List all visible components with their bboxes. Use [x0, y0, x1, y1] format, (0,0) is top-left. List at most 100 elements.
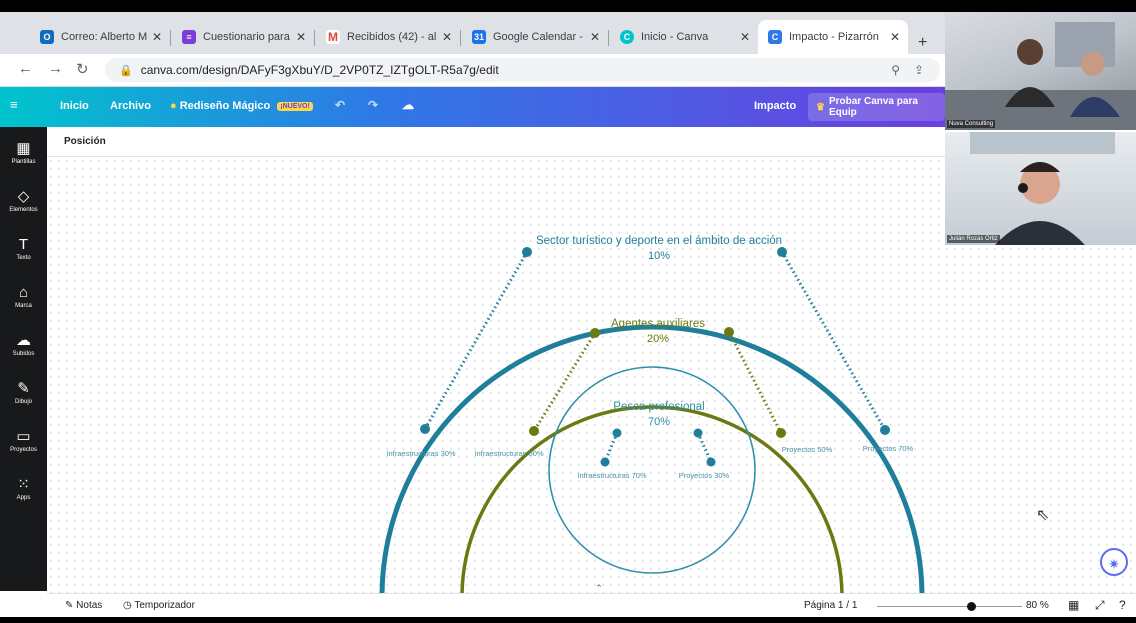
tab-1[interactable]: ≡ Cuestionario para ✕: [172, 20, 314, 54]
design-title[interactable]: Impacto: [754, 100, 796, 112]
magic-icon: ●: [170, 100, 177, 112]
zoom-slider-track[interactable]: [877, 606, 1022, 607]
outer-title[interactable]: Sector turístico y deporte en el ámbito …: [536, 235, 782, 247]
notes-icon: ✎: [65, 600, 74, 611]
try-canva-teams-label: Probar Canva para Equip: [828, 96, 918, 118]
close-icon[interactable]: ✕: [442, 30, 452, 44]
upload-icon: ☁: [16, 332, 31, 349]
middle-title[interactable]: Agentes auxiliares: [611, 318, 705, 330]
outer-left-connector: [423, 251, 529, 430]
timer-button[interactable]: ◷ Temporizador: [123, 600, 195, 611]
tab-3[interactable]: 31 Google Calendar - ✕: [462, 20, 608, 54]
magic-redesign-label: Rediseño Mágico: [179, 100, 271, 112]
help-icon[interactable]: ?: [1119, 598, 1126, 612]
middle-left-label[interactable]: Infraestructuras 50%: [474, 449, 544, 458]
fullscreen-icon[interactable]: ⤢: [1095, 598, 1105, 613]
tab-separator: [460, 30, 461, 46]
middle-right-label[interactable]: Proyectos 50%: [782, 445, 833, 454]
sidebar-item-label: Apps: [16, 495, 31, 501]
tab-separator: [608, 30, 609, 46]
tab-title: Correo: Alberto M: [61, 31, 148, 43]
address-bar: ← → ↻ 🔒 canva.com/design/DAFyF3gXbuY/D_2…: [0, 54, 945, 87]
magic-sparkle-button[interactable]: ✷: [1100, 548, 1128, 576]
try-canva-teams-button[interactable]: ♛ Probar Canva para Equip: [808, 93, 945, 121]
back-arrow-icon[interactable]: ←: [18, 60, 33, 77]
sidebar-item-texto[interactable]: T Texto: [0, 236, 47, 262]
draw-icon: ✎: [17, 380, 30, 397]
outer-left-label[interactable]: Infraestructuras 30%: [386, 449, 456, 458]
sidebar-item-label: Proyectos: [10, 447, 37, 453]
sidebar-item-label: Plantillas: [11, 159, 36, 165]
tab-4[interactable]: C Inicio - Canva ✕: [610, 20, 758, 54]
close-icon[interactable]: ✕: [590, 30, 600, 44]
inner-ring[interactable]: [548, 366, 756, 574]
forward-arrow-icon[interactable]: →: [48, 60, 63, 77]
redo-icon[interactable]: ↷: [368, 98, 378, 112]
inicio-link[interactable]: Inicio: [60, 100, 89, 112]
grid-view-icon[interactable]: ▦: [1068, 598, 1079, 612]
elements-icon: ◇: [17, 188, 30, 205]
close-icon[interactable]: ✕: [152, 30, 162, 44]
archivo-menu[interactable]: Archivo: [110, 100, 151, 112]
inner-title[interactable]: Pesca profesional: [613, 401, 704, 413]
middle-percent[interactable]: 20%: [647, 333, 669, 345]
zoom-slider-knob[interactable]: [967, 602, 976, 611]
middle-right-top-dot[interactable]: [724, 327, 734, 337]
video-speaker-image: [970, 132, 1115, 245]
sidebar-item-dibujo[interactable]: ✎ Dibujo: [0, 380, 47, 406]
magic-redesign-button[interactable]: ● Rediseño Mágico ¡NUEVO!: [170, 100, 313, 112]
inner-left-label[interactable]: Infraestructuras 70%: [577, 471, 647, 480]
sidebar-item-proyectos[interactable]: ▭ Proyectos: [0, 428, 47, 454]
inner-left-bottom-dot[interactable]: [600, 457, 610, 467]
outer-right-bottom-dot[interactable]: [880, 425, 890, 435]
close-icon[interactable]: ✕: [890, 30, 900, 44]
sidebar-item-elementos[interactable]: ◇ Elementos: [0, 188, 47, 214]
position-button[interactable]: Posición: [64, 136, 106, 147]
sidebar-item-subidos[interactable]: ☁ Subidos: [0, 332, 47, 358]
tab-title: Impacto - Pizarrón: [789, 31, 879, 43]
bottom-black-bar: [0, 617, 1136, 623]
collapse-chevron-icon[interactable]: ⌃: [595, 583, 603, 593]
middle-right-bottom-dot[interactable]: [776, 428, 786, 438]
middle-left-bottom-dot[interactable]: [529, 426, 539, 436]
sidebar-item-marca[interactable]: ⌂ Marca: [0, 285, 47, 310]
close-icon[interactable]: ✕: [296, 30, 306, 44]
cloud-sync-icon[interactable]: ☁: [402, 98, 414, 112]
crown-icon: ♛: [816, 101, 825, 113]
outer-left-bottom-dot[interactable]: [420, 424, 430, 434]
share-icon[interactable]: ⇪: [914, 63, 924, 77]
outer-percent[interactable]: 10%: [648, 250, 670, 262]
inner-right-top-dot[interactable]: [693, 428, 703, 438]
sidebar-item-plantillas[interactable]: ▦ Plantillas: [0, 141, 47, 166]
video-participants-image: [945, 22, 1136, 130]
folder-icon: ▭: [16, 428, 31, 445]
tab-5-active[interactable]: C Impacto - Pizarrón ✕: [758, 20, 908, 54]
outer-right-top-dot[interactable]: [777, 247, 787, 257]
tab-0[interactable]: O Correo: Alberto M ✕: [30, 20, 170, 54]
top-black-bar: [0, 0, 1136, 12]
notes-button[interactable]: ✎ Notas: [65, 600, 102, 611]
menu-icon[interactable]: ≡: [10, 97, 18, 112]
tab-separator: [314, 30, 315, 46]
zoom-level[interactable]: 80 %: [1026, 600, 1049, 611]
tab-2[interactable]: M Recibidos (42) - al ✕: [316, 20, 460, 54]
url-text: canva.com/design/DAFyF3gXbuY/D_2VP0TZ_IZ…: [140, 63, 499, 77]
outer-right-label[interactable]: Proyectos 70%: [863, 444, 914, 453]
inner-left-connector: [603, 432, 619, 463]
inner-right-bottom-dot[interactable]: [706, 457, 716, 467]
outer-left-top-dot[interactable]: [522, 247, 532, 257]
sidebar-item-apps[interactable]: ⁙ Apps: [0, 477, 47, 502]
tab-title: Inicio - Canva: [641, 31, 709, 43]
undo-icon[interactable]: ↶: [335, 98, 345, 112]
zoom-icon[interactable]: ⚲: [891, 63, 900, 77]
inner-left-top-dot[interactable]: [612, 428, 622, 438]
url-field[interactable]: 🔒 canva.com/design/DAFyF3gXbuY/D_2VP0TZ_…: [105, 58, 940, 82]
inner-percent[interactable]: 70%: [648, 416, 670, 428]
text-icon: T: [18, 236, 29, 253]
close-icon[interactable]: ✕: [740, 30, 750, 44]
new-tab-button[interactable]: +: [918, 34, 927, 52]
reload-icon[interactable]: ↻: [76, 60, 89, 78]
inner-right-label[interactable]: Proyectos 30%: [679, 471, 730, 480]
page-indicator[interactable]: Página 1 / 1: [804, 600, 857, 611]
middle-left-top-dot[interactable]: [590, 328, 600, 338]
